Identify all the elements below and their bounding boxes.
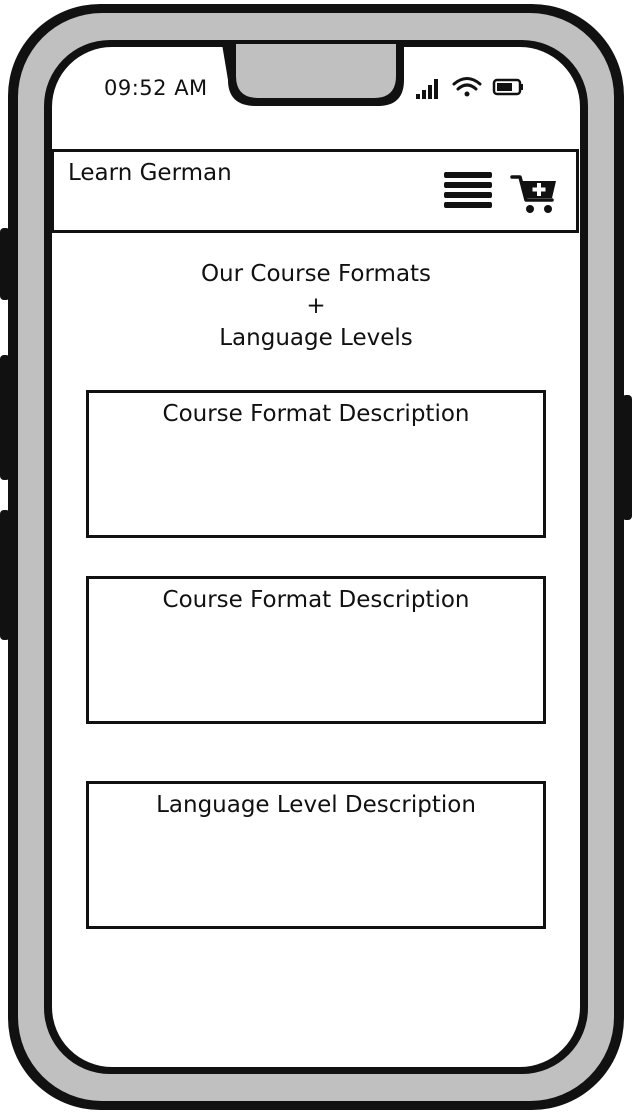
page-heading: Our Course Formats + Language Levels (116, 258, 516, 354)
course-format-card-2[interactable]: Course Format Description (86, 576, 546, 724)
hamburger-menu-icon (444, 172, 492, 208)
card-title: Language Level Description (156, 792, 476, 818)
battery-icon (492, 78, 523, 96)
heading-line-2: + (306, 293, 326, 319)
status-time: 09:52 AM (104, 76, 208, 100)
course-format-card-1[interactable]: Course Format Description (86, 390, 546, 538)
status-icons (416, 77, 523, 99)
wifi-icon (452, 77, 482, 97)
add-to-cart-icon (510, 175, 556, 213)
app-header: Learn German (51, 149, 579, 233)
language-level-card[interactable]: Language Level Description (86, 781, 546, 929)
heading-line-1: Our Course Formats (200, 261, 432, 287)
card-title: Course Format Description (162, 587, 470, 613)
cart-button[interactable] (510, 172, 560, 216)
signal-icon (416, 79, 438, 99)
card-title: Course Format Description (162, 401, 470, 427)
menu-button[interactable] (442, 170, 494, 214)
heading-line-3: Language Levels (219, 325, 413, 351)
app-title: Learn German (68, 160, 232, 186)
